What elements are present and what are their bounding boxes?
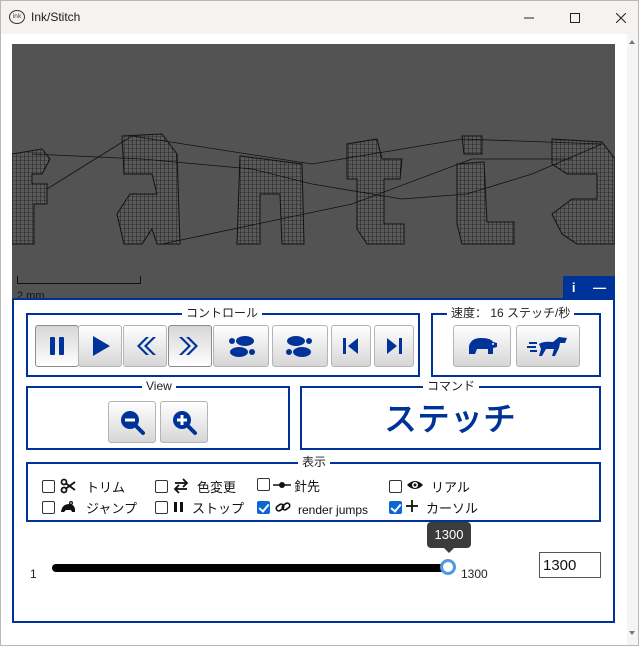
scroll-up-arrow-icon[interactable] — [629, 40, 635, 44]
maximize-icon — [570, 12, 580, 23]
slider-max-label: 1300 — [461, 567, 488, 581]
slow-animal-icon — [469, 338, 497, 354]
stop-checkbox[interactable] — [155, 501, 168, 514]
skip-end-icon — [387, 338, 402, 354]
display-legend: 表示 — [298, 455, 331, 469]
minimize-icon — [524, 17, 534, 18]
cursor-label: カーソル — [426, 501, 479, 516]
realistic-checkbox[interactable] — [389, 480, 402, 493]
frog-icon — [61, 501, 75, 512]
maximize-button[interactable] — [552, 1, 598, 34]
jump-checkbox[interactable] — [42, 501, 55, 514]
collapse-button[interactable]: — — [593, 280, 606, 295]
controls-group: コントロール — [26, 306, 420, 377]
view-legend: View — [142, 379, 176, 393]
zoom-in-button[interactable] — [160, 401, 208, 443]
double-chevron-left-icon — [137, 337, 156, 355]
close-icon — [616, 12, 626, 23]
needle-point-label: 針先 — [294, 479, 321, 494]
scroll-down-arrow-icon[interactable] — [629, 631, 635, 635]
play-button[interactable] — [78, 325, 122, 367]
faster-button[interactable] — [516, 325, 580, 367]
step-forward-fast-button[interactable] — [168, 325, 212, 367]
slider-min-label: 1 — [30, 567, 37, 581]
fast-horse-icon — [527, 337, 567, 356]
slower-button[interactable] — [453, 325, 511, 367]
step-backward-button[interactable] — [213, 325, 269, 367]
render-jumps-checkbox[interactable] — [257, 501, 270, 514]
skip-start-icon — [343, 338, 358, 354]
step-forward-button[interactable] — [272, 325, 328, 367]
scissors-icon — [60, 478, 76, 494]
pause-icon — [50, 337, 64, 355]
color-change-label: 色変更 — [197, 480, 237, 495]
trim-checkbox[interactable] — [42, 480, 55, 493]
needle-point-checkbox[interactable] — [257, 478, 270, 491]
color-change-checkbox[interactable] — [155, 480, 168, 493]
play-icon — [93, 336, 110, 356]
render-jumps-label: render jumps — [298, 503, 369, 517]
stitch-slider-thumb[interactable] — [440, 559, 456, 575]
current-command: ステッチ — [384, 401, 517, 437]
scale-bar — [17, 276, 141, 284]
speed-legend: 速度： 16 ステッチ/秒 — [447, 306, 575, 320]
stitch-preview-canvas[interactable]: 2 mm — [12, 44, 615, 308]
stop-label: ストップ — [192, 501, 245, 516]
title-bar[interactable]: ink Ink/Stitch — [1, 1, 638, 34]
stitch-drawing — [12, 133, 615, 245]
speed-group: 速度： 16 ステッチ/秒 — [431, 306, 601, 377]
info-tab: i — — [563, 276, 615, 298]
double-chevron-right-icon — [179, 337, 198, 355]
slider-value-tooltip: 1300 — [427, 522, 471, 553]
minimize-button[interactable] — [506, 1, 552, 34]
zoom-out-button[interactable] — [108, 401, 156, 443]
eye-icon — [407, 481, 423, 489]
footsteps-right-icon — [286, 336, 312, 357]
footsteps-left-icon — [229, 336, 255, 357]
command-group: コマンド ステッチ — [300, 379, 601, 450]
stitch-number-input[interactable] — [539, 552, 601, 578]
client-area: 2 mm i — コントロール 速度： 16 ステッチ/秒 View コマンド … — [1, 34, 638, 645]
pause-button[interactable] — [35, 325, 79, 367]
command-legend: コマンド — [423, 379, 480, 393]
realistic-label: リアル — [431, 480, 470, 495]
zoom-out-icon — [121, 411, 145, 435]
vertical-scrollbar[interactable] — [627, 34, 638, 645]
swap-icon — [173, 478, 189, 494]
inkstitch-logo-icon: ink — [9, 10, 25, 24]
info-button[interactable]: i — [572, 280, 576, 295]
app-window: ink Ink/Stitch 2 mm i — コントロール 速度： 16 ステ… — [0, 0, 639, 646]
view-group: View — [26, 379, 290, 450]
window-title: Ink/Stitch — [31, 10, 81, 24]
needle-point-icon — [273, 482, 291, 488]
pause-icon — [174, 502, 183, 512]
link-icon — [275, 502, 291, 512]
step-backward-fast-button[interactable] — [123, 325, 167, 367]
skip-to-start-button[interactable] — [331, 325, 371, 367]
trim-label: トリム — [86, 480, 126, 495]
cursor-checkbox[interactable] — [389, 501, 402, 514]
control-panel: コントロール 速度： 16 ステッチ/秒 View コマンド ステッチ 表示 ト… — [12, 298, 615, 623]
skip-to-end-button[interactable] — [374, 325, 414, 367]
zoom-in-icon — [173, 411, 197, 435]
display-group: 表示 トリム 色変更 針先 リアル ジャンプ ストップ render jumps… — [26, 455, 601, 522]
plus-icon — [406, 500, 418, 512]
close-button[interactable] — [598, 1, 639, 34]
controls-legend: コントロール — [182, 306, 263, 320]
stitch-slider-track[interactable] — [52, 564, 450, 572]
jump-label: ジャンプ — [86, 501, 137, 516]
